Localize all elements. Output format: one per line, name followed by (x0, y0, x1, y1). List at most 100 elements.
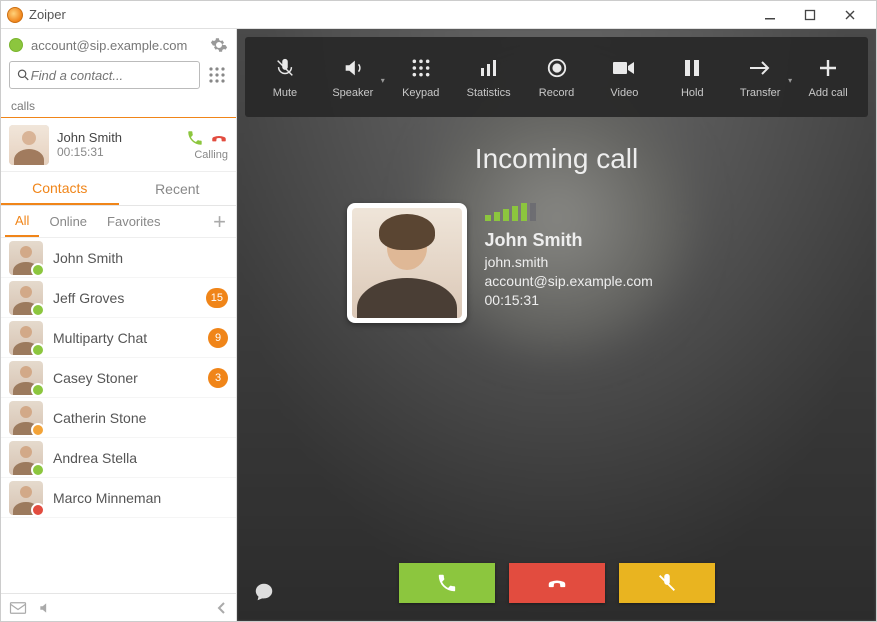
decline-call-button[interactable] (509, 563, 605, 603)
contact-name: Andrea Stella (53, 450, 228, 466)
presence-online-icon (31, 463, 45, 477)
transfer-label: Transfer (740, 87, 781, 99)
contact-row[interactable]: Marco Minneman (1, 478, 236, 518)
keypad-label: Keypad (402, 87, 439, 99)
addcall-label: Add call (809, 87, 848, 99)
contact-name: Marco Minneman (53, 490, 228, 506)
transfer-icon (747, 55, 773, 81)
transfer-button[interactable]: Transfer ▾ (726, 55, 794, 99)
main-tabs: Contacts Recent (1, 172, 236, 206)
caret-icon: ▾ (788, 76, 792, 85)
caller-name: John Smith (485, 230, 653, 251)
presence-online-icon (9, 38, 23, 52)
add-contact-button[interactable]: + (207, 211, 232, 233)
window-close-button[interactable] (830, 2, 870, 28)
presence-online-icon (31, 343, 45, 357)
tab-contacts[interactable]: Contacts (1, 172, 119, 205)
record-button[interactable]: Record (523, 55, 591, 99)
keypad-button[interactable]: Keypad (387, 55, 455, 99)
unread-badge: 3 (208, 368, 228, 388)
caller-user: john.smith (485, 254, 653, 270)
contact-avatar (9, 281, 43, 315)
mute-label: Mute (273, 87, 297, 99)
search-box[interactable] (9, 61, 200, 89)
subtab-all[interactable]: All (5, 206, 39, 237)
contact-name: John Smith (53, 250, 228, 266)
addcall-button[interactable]: Add call (794, 55, 862, 99)
call-action-buttons (399, 563, 715, 603)
video-icon (611, 55, 637, 81)
subtab-favorites[interactable]: Favorites (97, 206, 170, 237)
keypad-icon (408, 55, 434, 81)
mute-button[interactable]: Mute (251, 55, 319, 99)
presence-online-icon (31, 383, 45, 397)
speaker-small-icon[interactable] (37, 601, 53, 615)
video-button[interactable]: Video (590, 55, 658, 99)
call-panel: Mute Speaker ▾ Keypad Statistics R (237, 29, 876, 621)
search-input[interactable] (31, 68, 193, 83)
record-label: Record (539, 87, 574, 99)
statistics-button[interactable]: Statistics (455, 55, 523, 99)
contact-row[interactable]: Jeff Groves15 (1, 278, 236, 318)
accept-call-button[interactable] (399, 563, 495, 603)
contact-name: Casey Stoner (53, 370, 198, 386)
unread-badge: 9 (208, 328, 228, 348)
active-call-status: Calling (194, 149, 228, 161)
sidebar: account@sip.example.com (1, 29, 237, 621)
titlebar: Zoiper (1, 1, 876, 29)
search-row (1, 61, 236, 95)
contact-row[interactable]: John Smith (1, 238, 236, 278)
app-title: Zoiper (29, 7, 750, 22)
presence-online-icon (31, 263, 45, 277)
contact-avatar (9, 241, 43, 275)
window-minimize-button[interactable] (750, 2, 790, 28)
signal-bars-icon (485, 203, 653, 221)
contact-list[interactable]: John Smith Jeff Groves15 Multiparty Chat 9 C… (1, 238, 236, 593)
contact-avatar (9, 481, 43, 515)
account-row[interactable]: account@sip.example.com (1, 29, 236, 61)
mute-icon (272, 55, 298, 81)
caller-duration: 00:15:31 (485, 292, 653, 308)
contact-name: Jeff Groves (53, 290, 196, 306)
contact-name: Catherin Stone (53, 410, 228, 426)
active-call-duration: 00:15:31 (57, 145, 178, 159)
subtab-online[interactable]: Online (39, 206, 97, 237)
active-call-card[interactable]: John Smith 00:15:31 Calling (1, 118, 236, 172)
caller-photo (347, 203, 467, 323)
silence-call-button[interactable] (619, 563, 715, 603)
hangup-icon[interactable] (210, 129, 228, 147)
messages-icon[interactable] (9, 601, 27, 615)
statistics-label: Statistics (467, 87, 511, 99)
speaker-label: Speaker (332, 87, 373, 99)
contact-name: Multiparty Chat (53, 330, 198, 346)
caller-avatar (9, 125, 49, 165)
caller-info: John Smith john.smith account@sip.exampl… (347, 203, 767, 323)
hold-button[interactable]: Hold (658, 55, 726, 99)
video-label: Video (610, 87, 638, 99)
hold-icon (679, 55, 705, 81)
contact-row[interactable]: Catherin Stone (1, 398, 236, 438)
presence-dnd-icon (31, 503, 45, 517)
speaker-icon (340, 55, 366, 81)
chat-icon[interactable] (253, 581, 275, 603)
answer-icon[interactable] (186, 129, 204, 147)
settings-gear-icon[interactable] (210, 36, 228, 54)
collapse-icon[interactable] (216, 601, 228, 615)
sub-tabs: All Online Favorites + (1, 206, 236, 238)
record-icon (544, 55, 570, 81)
dialpad-icon[interactable] (206, 64, 228, 86)
contact-avatar (9, 441, 43, 475)
contact-row[interactable]: Casey Stoner 3 (1, 358, 236, 398)
call-background (237, 29, 876, 621)
app-window: Zoiper account@sip.example.com (0, 0, 877, 622)
contact-row[interactable]: Multiparty Chat 9 (1, 318, 236, 358)
tab-recent[interactable]: Recent (119, 172, 237, 205)
caret-icon: ▾ (381, 76, 385, 85)
contact-avatar (9, 321, 43, 355)
window-maximize-button[interactable] (790, 2, 830, 28)
presence-online-icon (31, 303, 45, 317)
speaker-button[interactable]: Speaker ▾ (319, 55, 387, 99)
contact-row[interactable]: Andrea Stella (1, 438, 236, 478)
account-address: account@sip.example.com (31, 38, 187, 53)
calls-section-label: calls (1, 95, 236, 115)
